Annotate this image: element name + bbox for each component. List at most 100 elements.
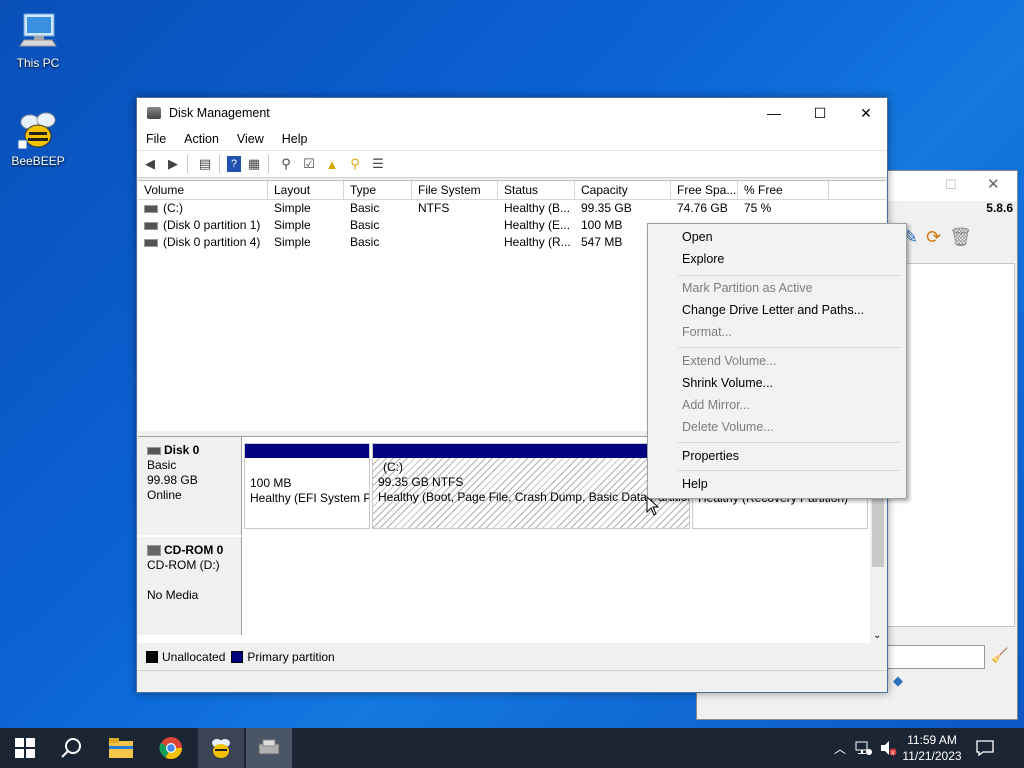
windows-icon <box>15 738 35 758</box>
disk0-type: Basic <box>147 458 177 472</box>
disk0-size: 99.98 GB <box>147 473 198 487</box>
check-icon[interactable]: ☑ <box>299 155 319 173</box>
close-icon[interactable]: ✕ <box>987 175 1000 193</box>
legend-swatch-primary <box>231 651 244 663</box>
volume-list-header: Volume Layout Type File System Status Ca… <box>138 181 886 200</box>
table-row[interactable]: (C:) Simple Basic NTFS Healthy (B... 99.… <box>138 200 886 217</box>
cell-percent-free: 75 % <box>744 201 772 215</box>
column-header-free-space[interactable]: Free Spa... <box>671 181 738 199</box>
chrome-button[interactable] <box>148 728 194 768</box>
back-icon[interactable]: ◀ <box>140 155 160 173</box>
desktop-icon-label: BeeBEEP <box>11 154 65 168</box>
volume-icon <box>144 204 158 213</box>
legend-label-unallocated: Unallocated <box>162 650 226 664</box>
connect-icon[interactable]: ⚲ <box>276 155 296 173</box>
folder-up-icon[interactable]: ▲ <box>322 155 342 173</box>
cdrom0-media: No Media <box>147 588 199 602</box>
column-header-status[interactable]: Status <box>498 181 575 199</box>
menu-item-extend-volume[interactable]: Extend Volume... <box>682 354 777 368</box>
cdrom0-name: CD-ROM 0 <box>164 543 224 557</box>
menu-item-delete-volume[interactable]: Delete Volume... <box>682 420 774 434</box>
partition-size: 100 MB <box>250 476 292 490</box>
menu-item-mark-active[interactable]: Mark Partition as Active <box>682 281 813 295</box>
menu-item-add-mirror[interactable]: Add Mirror... <box>682 398 750 412</box>
show-hidden-icons-icon[interactable]: ︿ <box>828 728 852 768</box>
clock[interactable]: 11:59 AM 11/21/2023 <box>900 732 964 764</box>
search-icon <box>61 738 81 758</box>
bee-icon <box>212 739 230 758</box>
legend-label-primary: Primary partition <box>247 650 335 664</box>
show-hide-tree-icon[interactable]: ▤ <box>195 155 215 173</box>
menu-item-change-drive-letter[interactable]: Change Drive Letter and Paths... <box>682 303 864 317</box>
maximize-icon[interactable]: ☐ <box>945 177 957 193</box>
menu-bar: File Action View Help <box>137 128 887 150</box>
window-titlebar[interactable]: Disk Management — ☐ ✕ <box>137 98 887 128</box>
cell-capacity: 99.35 GB <box>581 201 632 215</box>
notifications-button[interactable] <box>966 728 1004 768</box>
cell-file-system <box>412 234 498 251</box>
disk-management-icon <box>147 107 161 119</box>
list-icon[interactable]: ☰ <box>368 155 388 173</box>
menu-item-open[interactable]: Open <box>682 230 713 244</box>
taskbar: ︿ x 11:59 AM 11/21/2023 <box>0 728 1024 768</box>
cell-type: Basic <box>350 235 380 249</box>
network-icon[interactable] <box>852 728 876 768</box>
cdrom-icon <box>147 545 161 557</box>
tray-app-icon[interactable]: ◆ <box>893 673 903 689</box>
cell-status: Healthy (R... <box>504 235 571 249</box>
cell-free-space: 74.76 GB <box>677 201 728 215</box>
cell-layout: Simple <box>274 218 311 232</box>
minimize-icon: — <box>767 105 781 121</box>
volume-icon <box>144 238 158 247</box>
properties-icon[interactable]: ▦ <box>244 155 264 173</box>
folder-icon <box>109 738 133 758</box>
column-header-volume[interactable]: Volume <box>138 181 268 199</box>
start-button[interactable] <box>2 728 48 768</box>
minimize-button[interactable]: — <box>751 98 797 128</box>
cell-file-system: NTFS <box>418 201 450 215</box>
disk0-name: Disk 0 <box>164 443 200 457</box>
partition-status: Healthy (EFI System P <box>250 491 369 505</box>
column-header-layout[interactable]: Layout <box>268 181 344 199</box>
background-input[interactable] <box>887 645 985 669</box>
desktop-icon-beebeep[interactable]: BeeBEEP <box>6 108 70 168</box>
chrome-icon <box>159 737 182 759</box>
status-bar <box>138 670 886 691</box>
disk-management-taskbar-button[interactable] <box>246 728 292 768</box>
forward-icon[interactable]: ▶ <box>163 155 183 173</box>
partition-efi[interactable]: 100 MB Healthy (EFI System P <box>244 443 370 529</box>
column-header-file-system[interactable]: File System <box>412 181 498 199</box>
file-explorer-button[interactable] <box>98 728 144 768</box>
close-button[interactable]: ✕ <box>843 98 889 128</box>
menu-view[interactable]: View <box>228 132 273 146</box>
menu-file[interactable]: File <box>137 132 175 146</box>
menu-item-shrink-volume[interactable]: Shrink Volume... <box>682 376 773 390</box>
cdrom0-label[interactable]: CD-ROM 0 CD-ROM (D:) No Media <box>138 537 242 635</box>
help-icon[interactable]: ? <box>227 156 241 172</box>
menu-help[interactable]: Help <box>273 132 317 146</box>
maximize-button[interactable]: ☐ <box>797 98 843 128</box>
column-header-type[interactable]: Type <box>344 181 412 199</box>
refresh-icon[interactable]: ⟳ <box>926 227 941 255</box>
column-header-percent-free[interactable]: % Free <box>738 181 829 199</box>
search-button[interactable] <box>48 728 94 768</box>
broom-icon[interactable]: 🧹 <box>991 647 1008 664</box>
desktop-icon-this-pc[interactable]: This PC <box>6 10 70 70</box>
legend: Unallocated Primary partition <box>138 646 886 668</box>
toolbar: ◀ ▶ ▤ ? ▦ ⚲ ☑ ▲ ⚲ ☰ <box>137 150 887 178</box>
search-folder-icon[interactable]: ⚲ <box>345 155 365 173</box>
menu-item-help[interactable]: Help <box>682 477 708 491</box>
menu-action[interactable]: Action <box>175 132 228 146</box>
trash-icon[interactable]: 🗑 <box>949 227 972 255</box>
column-header-capacity[interactable]: Capacity <box>575 181 671 199</box>
menu-item-format[interactable]: Format... <box>682 325 732 339</box>
volume-muted-icon[interactable]: x <box>876 728 900 768</box>
menu-item-explore[interactable]: Explore <box>682 252 724 266</box>
cell-volume: (Disk 0 partition 1) <box>163 218 261 232</box>
partition-c[interactable]: (C:) 99.35 GB NTFS Healthy (Boot, Page F… <box>372 443 690 529</box>
disk0-label[interactable]: Disk 0 Basic 99.98 GB Online <box>138 437 242 535</box>
menu-item-properties[interactable]: Properties <box>682 449 739 463</box>
scroll-down-icon[interactable]: ⌄ <box>873 630 881 641</box>
disk-icon <box>147 446 161 455</box>
beebeep-taskbar-button[interactable] <box>198 728 244 768</box>
